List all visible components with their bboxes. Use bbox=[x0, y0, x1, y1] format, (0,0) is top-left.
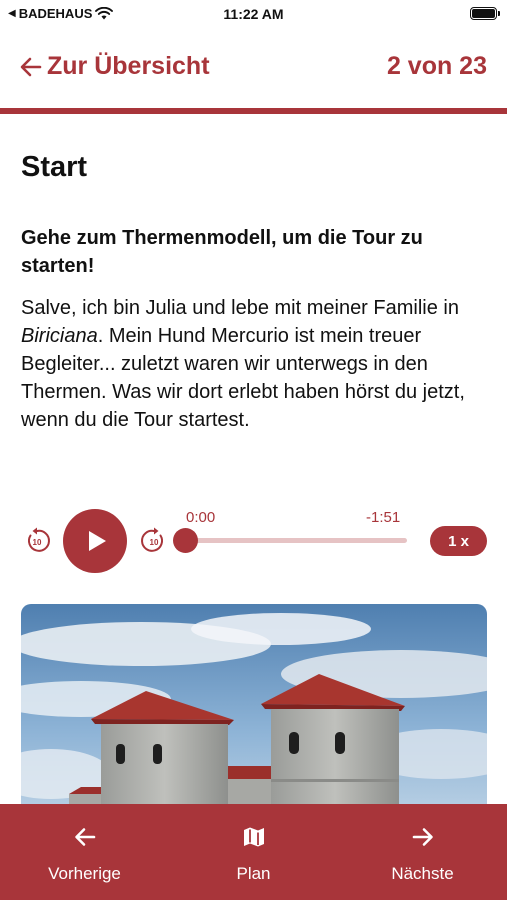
audio-player: 10 10 0:00 -1:51 1 x bbox=[0, 509, 507, 579]
elapsed-time: 0:00 bbox=[186, 509, 216, 526]
progress-track[interactable] bbox=[175, 538, 407, 543]
arrow-right-icon bbox=[412, 828, 433, 846]
skip-back-seconds: 10 bbox=[33, 538, 42, 547]
tab-plan-label: Plan bbox=[236, 864, 271, 883]
place-name: Biriciana bbox=[21, 325, 98, 347]
tab-next[interactable]: Nächste bbox=[338, 804, 507, 900]
nav-header: Zur Übersicht 2 von 23 bbox=[0, 28, 507, 108]
tab-plan[interactable]: Plan bbox=[169, 804, 338, 900]
play-button[interactable] bbox=[63, 509, 127, 573]
status-time: 11:22 AM bbox=[223, 6, 284, 22]
skip-forward-seconds: 10 bbox=[150, 538, 159, 547]
battery-icon bbox=[470, 7, 500, 20]
back-to-overview-button[interactable]: Zur Übersicht bbox=[19, 52, 210, 81]
remaining-time: -1:51 bbox=[366, 509, 401, 526]
thermen-model-image bbox=[21, 604, 487, 804]
arrow-left-icon bbox=[20, 57, 42, 76]
battery-level bbox=[472, 9, 495, 18]
play-icon bbox=[89, 531, 106, 551]
progress-thumb[interactable] bbox=[172, 528, 198, 553]
page-title: Start bbox=[21, 151, 88, 183]
tab-next-label: Nächste bbox=[391, 864, 454, 883]
map-icon bbox=[243, 827, 264, 847]
tab-previous[interactable]: Vorherige bbox=[0, 804, 169, 900]
skip-back-button[interactable]: 10 bbox=[22, 526, 52, 556]
content-scroll[interactable]: Start Gehe zum Thermenmodell, um die Tou… bbox=[0, 114, 507, 804]
rewind-10-icon: 10 bbox=[27, 527, 50, 552]
tour-position: 2 von 23 bbox=[386, 52, 487, 80]
back-label: Zur Übersicht bbox=[47, 52, 210, 80]
description-part-1: Salve, ich bin Julia und lebe mit meiner… bbox=[21, 297, 459, 319]
playback-speed-button[interactable]: 1 x bbox=[430, 526, 487, 556]
bottom-tab-bar: Vorherige Plan Nächste bbox=[0, 804, 507, 900]
instruction-text: Gehe zum Thermenmodell, um die Tour zu s… bbox=[21, 227, 423, 277]
forward-10-icon: 10 bbox=[141, 527, 164, 552]
description-text: Salve, ich bin Julia und lebe mit meiner… bbox=[21, 294, 491, 434]
skip-forward-button[interactable]: 10 bbox=[139, 526, 169, 556]
tab-previous-label: Vorherige bbox=[48, 864, 121, 883]
arrow-left-icon bbox=[74, 828, 95, 846]
status-bar: ◀ BADEHAUS 11:22 AM bbox=[0, 0, 507, 28]
